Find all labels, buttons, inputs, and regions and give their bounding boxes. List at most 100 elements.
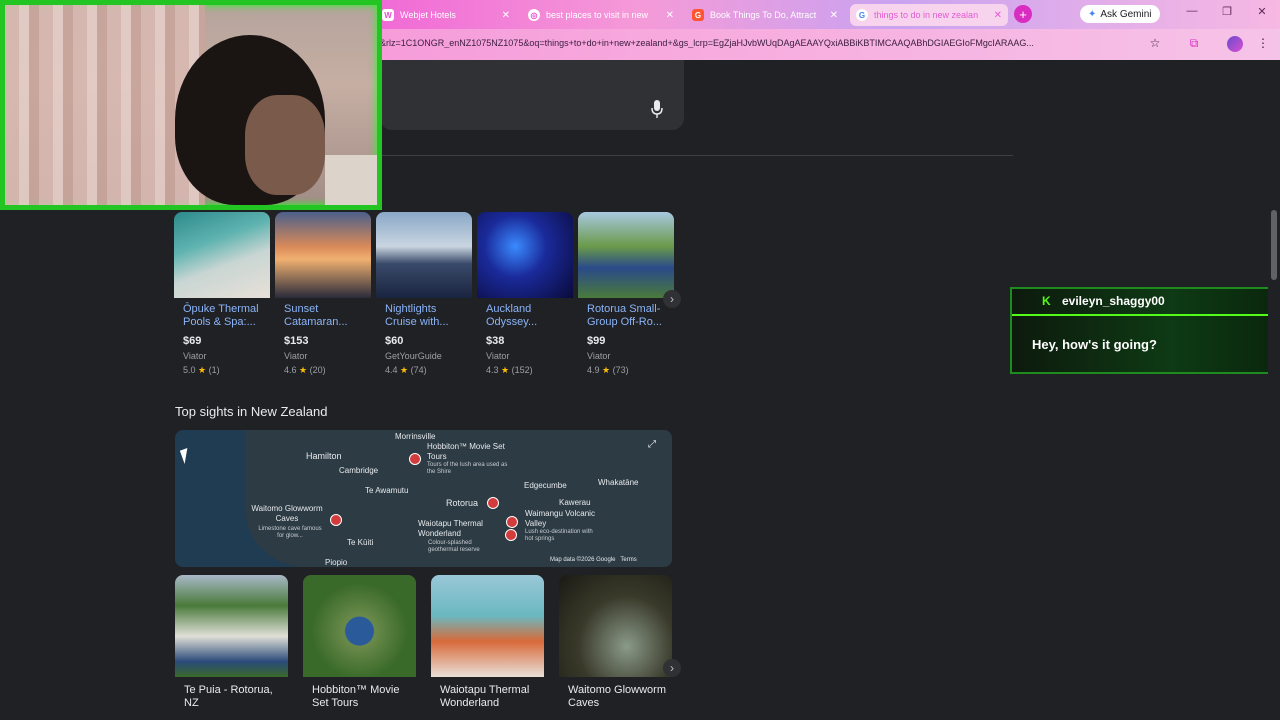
new-tab-button[interactable]: + [1014,5,1032,23]
search-box[interactable] [380,60,684,130]
ask-gemini-label: Ask Gemini [1100,8,1152,20]
activity-card[interactable]: Nightlights Cruise with... $60 GetYourGu… [376,212,472,382]
activity-source: Viator [486,351,510,361]
close-icon[interactable]: ✕ [830,10,838,21]
activity-price: $69 [183,335,202,347]
tab-best-places[interactable]: ◎ best places to visit in new ✕ [522,4,680,26]
sights-next-button[interactable]: › [663,659,681,677]
divider [380,155,1013,156]
bookmark-star-icon[interactable]: ☆ [1147,36,1163,52]
tab-label: Webjet Hotels [400,10,456,20]
activity-title[interactable]: Auckland Odyssey... [486,303,572,329]
map-pin-icon[interactable] [506,516,518,528]
map-pin-icon[interactable] [505,529,517,541]
tab-label: best places to visit in new [546,10,649,20]
sight-title[interactable]: Waitomo Glowworm Caves [568,684,668,710]
activity-image [376,212,472,298]
gemini-icon: ✦ [1088,8,1097,20]
close-icon[interactable]: ✕ [666,10,674,21]
activity-rating: 5.0 ★ (1) [183,365,220,375]
sight-image [559,575,672,677]
activity-source: Viator [284,351,308,361]
expand-icon[interactable]: ⤢ [648,439,656,450]
map-place: Waimangu Volcanic Valley [525,509,595,528]
map-place: Morrinsville [395,432,436,441]
activity-source: Viator [587,351,611,361]
map-pin-icon[interactable] [409,453,421,465]
activity-title[interactable]: Ōpuke Thermal Pools & Spa:... [183,303,269,329]
map-place-desc: Colour-splashed geothermal reserve [428,540,480,553]
activity-card[interactable]: Auckland Odyssey... $38 Viator 4.3 ★ (15… [477,212,573,382]
star-icon: ★ [501,365,510,375]
sight-card[interactable]: Te Puia - Rotorua, NZ [175,575,288,720]
tab-things-to-do[interactable]: G things to do in new zealan ✕ [850,4,1008,26]
sight-card[interactable]: Waiotapu Thermal Wonderland [431,575,544,720]
activity-source: Viator [183,351,207,361]
sight-image [175,575,288,677]
activity-card[interactable]: Rotorua Small-Group Off-Ro... $99 Viator… [578,212,674,382]
page-scrollbar[interactable] [1268,60,1280,720]
chevron-right-icon: › [670,661,674,675]
sight-title[interactable]: Hobbiton™ Movie Set Tours [312,684,412,710]
activity-rating: 4.9 ★ (73) [587,365,629,375]
map-place: Te Awamutu [365,486,409,495]
ask-gemini-button[interactable]: ✦ Ask Gemini [1080,5,1160,23]
sight-title[interactable]: Te Puia - Rotorua, NZ [184,684,284,710]
stream-chat-overlay: K evileyn_shaggy00 Hey, how's it going? [1010,287,1280,374]
sight-card[interactable]: Hobbiton™ Movie Set Tours [303,575,416,720]
tab-webjet[interactable]: W Webjet Hotels ✕ [376,4,516,26]
minimize-icon[interactable]: — [1182,5,1202,23]
tab-book-things[interactable]: G Book Things To Do, Attract ✕ [686,4,844,26]
map-terms-link[interactable]: Terms [620,557,636,563]
microphone-icon[interactable] [651,100,663,118]
map-place: Te Kūiti [347,538,374,547]
kick-icon: K [1042,294,1051,308]
close-icon[interactable]: ✕ [994,10,1002,21]
tab-label: Book Things To Do, Attract [710,10,817,20]
carousel-next-button[interactable]: › [663,290,681,308]
webcam-overlay [0,0,382,210]
extensions-icon[interactable]: ⧉ [1186,36,1202,52]
webcam-person-face [245,95,325,195]
screen: W Webjet Hotels ✕ ◎ best places to visit… [0,0,1280,720]
star-icon: ★ [602,365,611,375]
chat-divider [1012,314,1278,316]
profile-avatar[interactable] [1227,36,1243,52]
activity-card[interactable]: Ōpuke Thermal Pools & Spa:... $69 Viator… [174,212,270,382]
map-place-desc: Tours of the lush area used as the Shire [427,462,508,475]
map-place-desc: Limestone cave famous for glow... [258,526,322,539]
chevron-right-icon: › [670,292,674,306]
activity-title[interactable]: Sunset Catamaran... [284,303,370,329]
map-place: Hamilton [306,451,342,461]
sight-title[interactable]: Waiotapu Thermal Wonderland [440,684,540,710]
map-attribution: Map data ©2026 Google Terms [550,557,637,563]
map[interactable]: Morrinsville Hamilton Cambridge Hobbiton… [175,430,672,567]
close-window-icon[interactable]: ✕ [1252,5,1272,23]
map-pin-icon[interactable] [330,514,342,526]
menu-kebab-icon[interactable]: ⋮ [1255,36,1271,52]
activity-price: $38 [486,335,505,347]
activity-title[interactable]: Nightlights Cruise with... [385,303,471,329]
chat-message: Hey, how's it going? [1032,337,1157,352]
activity-title[interactable]: Rotorua Small-Group Off-Ro... [587,303,673,329]
close-icon[interactable]: ✕ [502,10,510,21]
chrome-icon: ◎ [528,9,540,21]
activity-image [578,212,674,298]
activity-price: $60 [385,335,404,347]
map-place-desc: Lush eco-destination with hot springs [525,529,593,542]
map-place: Waitomo Glowworm Caves [251,504,323,523]
restore-icon[interactable]: ❐ [1217,5,1237,23]
webcam-chair [325,155,377,205]
map-pin-icon[interactable] [487,497,499,509]
map-place: Waiotapu Thermal Wonderland [418,519,483,538]
sight-card[interactable]: Waitomo Glowworm Caves [559,575,672,720]
activity-rating: 4.4 ★ (74) [385,365,427,375]
scrollbar-thumb[interactable] [1271,210,1277,280]
activity-price: $153 [284,335,309,347]
activity-card[interactable]: Sunset Catamaran... $153 Viator 4.6 ★ (2… [275,212,371,382]
url-field[interactable]: &rlz=1C1ONGR_enNZ1075NZ1075&oq=things+to… [380,38,1140,48]
activity-image [174,212,270,298]
getyourguide-icon: G [692,9,704,21]
activity-rating: 4.3 ★ (152) [486,365,533,375]
webjet-icon: W [382,9,394,21]
